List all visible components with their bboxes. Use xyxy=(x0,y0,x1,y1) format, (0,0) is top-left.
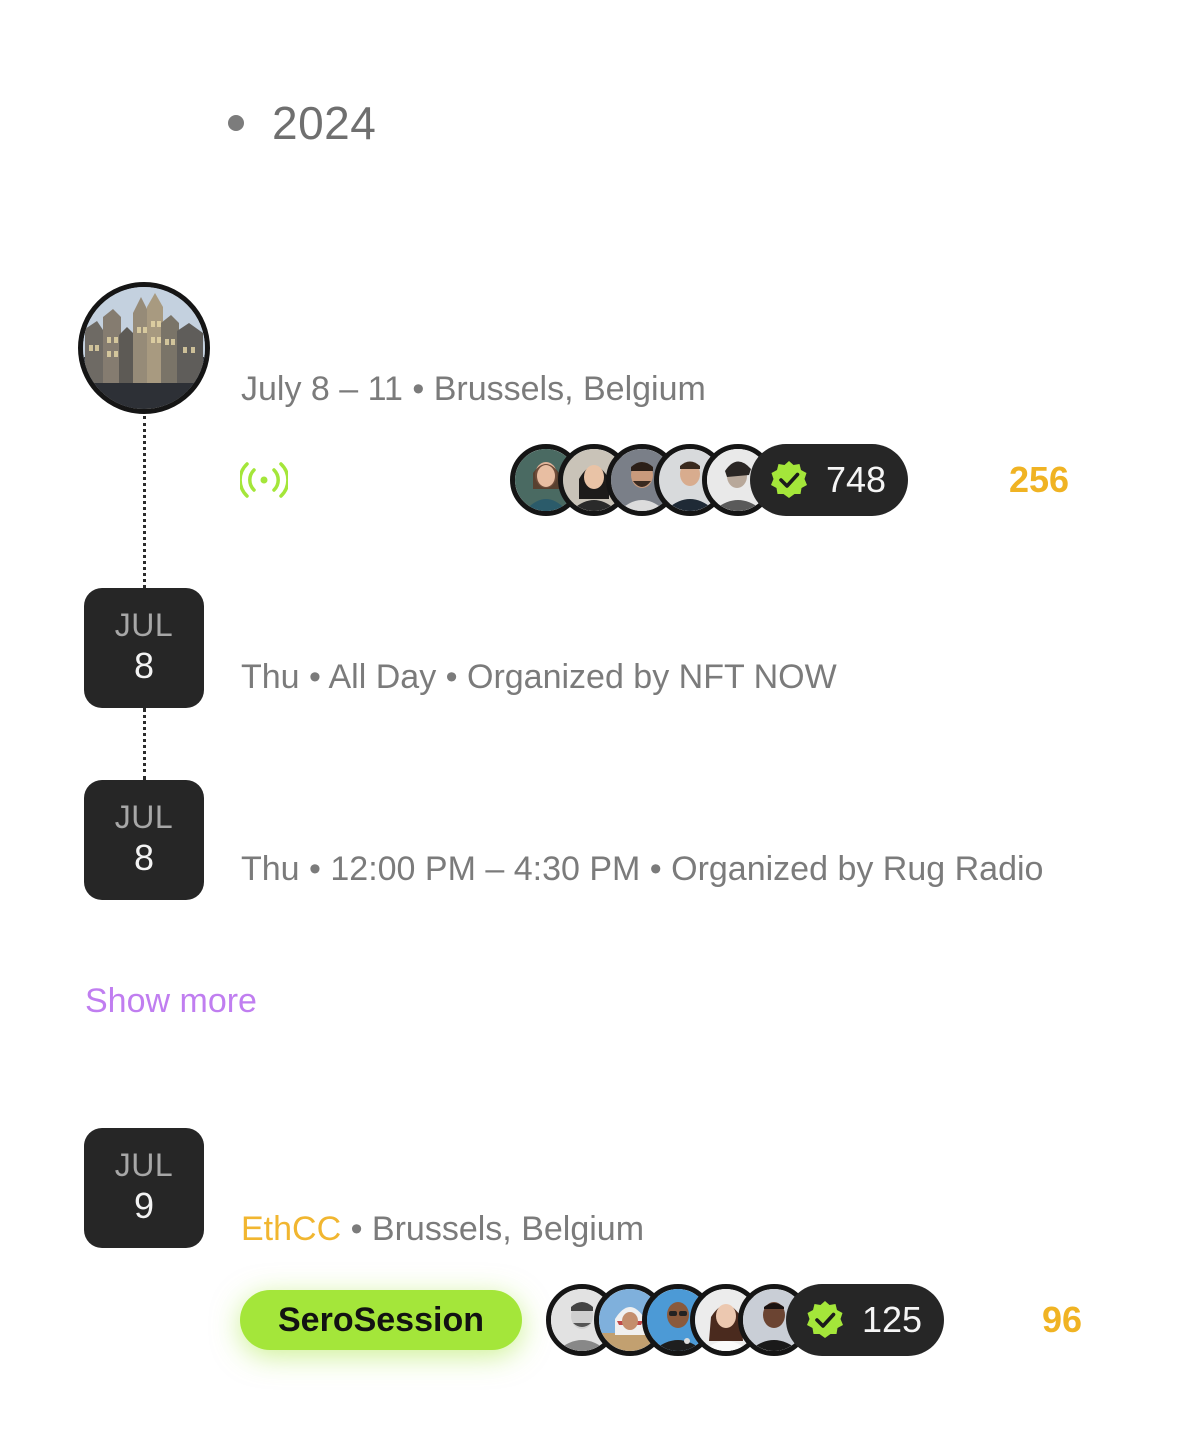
year-header: 2024 xyxy=(228,96,376,150)
live-broadcast-icon xyxy=(240,462,288,498)
date-tile[interactable]: JUL 9 xyxy=(84,1128,204,1248)
serosession-tag-button[interactable]: SeroSession xyxy=(240,1290,522,1350)
ethcc-event-location: • Brussels, Belgium xyxy=(341,1210,645,1248)
brussels-grand-place-image xyxy=(83,287,205,409)
date-day: 8 xyxy=(133,837,155,878)
event-details: Thu • All Day • Organized by NFT NOW xyxy=(241,658,837,696)
attendee-count-label: 125 xyxy=(862,1299,923,1340)
attendee-count-label: 748 xyxy=(826,459,887,500)
verified-badge-icon xyxy=(807,1301,843,1338)
verified-attendee-count: 748 xyxy=(750,444,909,516)
year-label: 2024 xyxy=(272,97,377,149)
timeline-connector xyxy=(143,708,146,780)
timeline-page: 2024 July 8 – 11 • Brussels, Belgium 748… xyxy=(0,0,1180,1440)
date-month: JUL xyxy=(114,607,174,643)
attendee-cluster[interactable]: 748 xyxy=(510,444,909,516)
secondary-count: 256 xyxy=(1009,459,1070,500)
date-month: JUL xyxy=(114,799,174,835)
attendee-cluster[interactable]: 125 xyxy=(546,1284,945,1356)
ethcc-event-name[interactable]: EthCC xyxy=(241,1210,341,1248)
date-tile[interactable]: JUL 8 xyxy=(84,780,204,900)
verified-attendee-count: 125 xyxy=(786,1284,945,1356)
show-more-link[interactable]: Show more xyxy=(85,982,257,1021)
featured-date-location: July 8 – 11 • Brussels, Belgium xyxy=(241,370,706,408)
year-bullet xyxy=(228,115,244,131)
event-details: Thu • 12:00 PM – 4:30 PM • Organized by … xyxy=(241,850,1044,888)
date-month: JUL xyxy=(114,1147,174,1183)
timeline-connector xyxy=(143,416,146,588)
date-day: 9 xyxy=(133,1185,155,1226)
verified-badge-icon xyxy=(771,461,807,498)
date-tile[interactable]: JUL 8 xyxy=(84,588,204,708)
date-day: 8 xyxy=(133,645,155,686)
city-avatar-brussels[interactable] xyxy=(78,282,210,414)
ethcc-event-line: EthCC • Brussels, Belgium xyxy=(241,1210,644,1249)
secondary-count: 96 xyxy=(1042,1299,1083,1340)
